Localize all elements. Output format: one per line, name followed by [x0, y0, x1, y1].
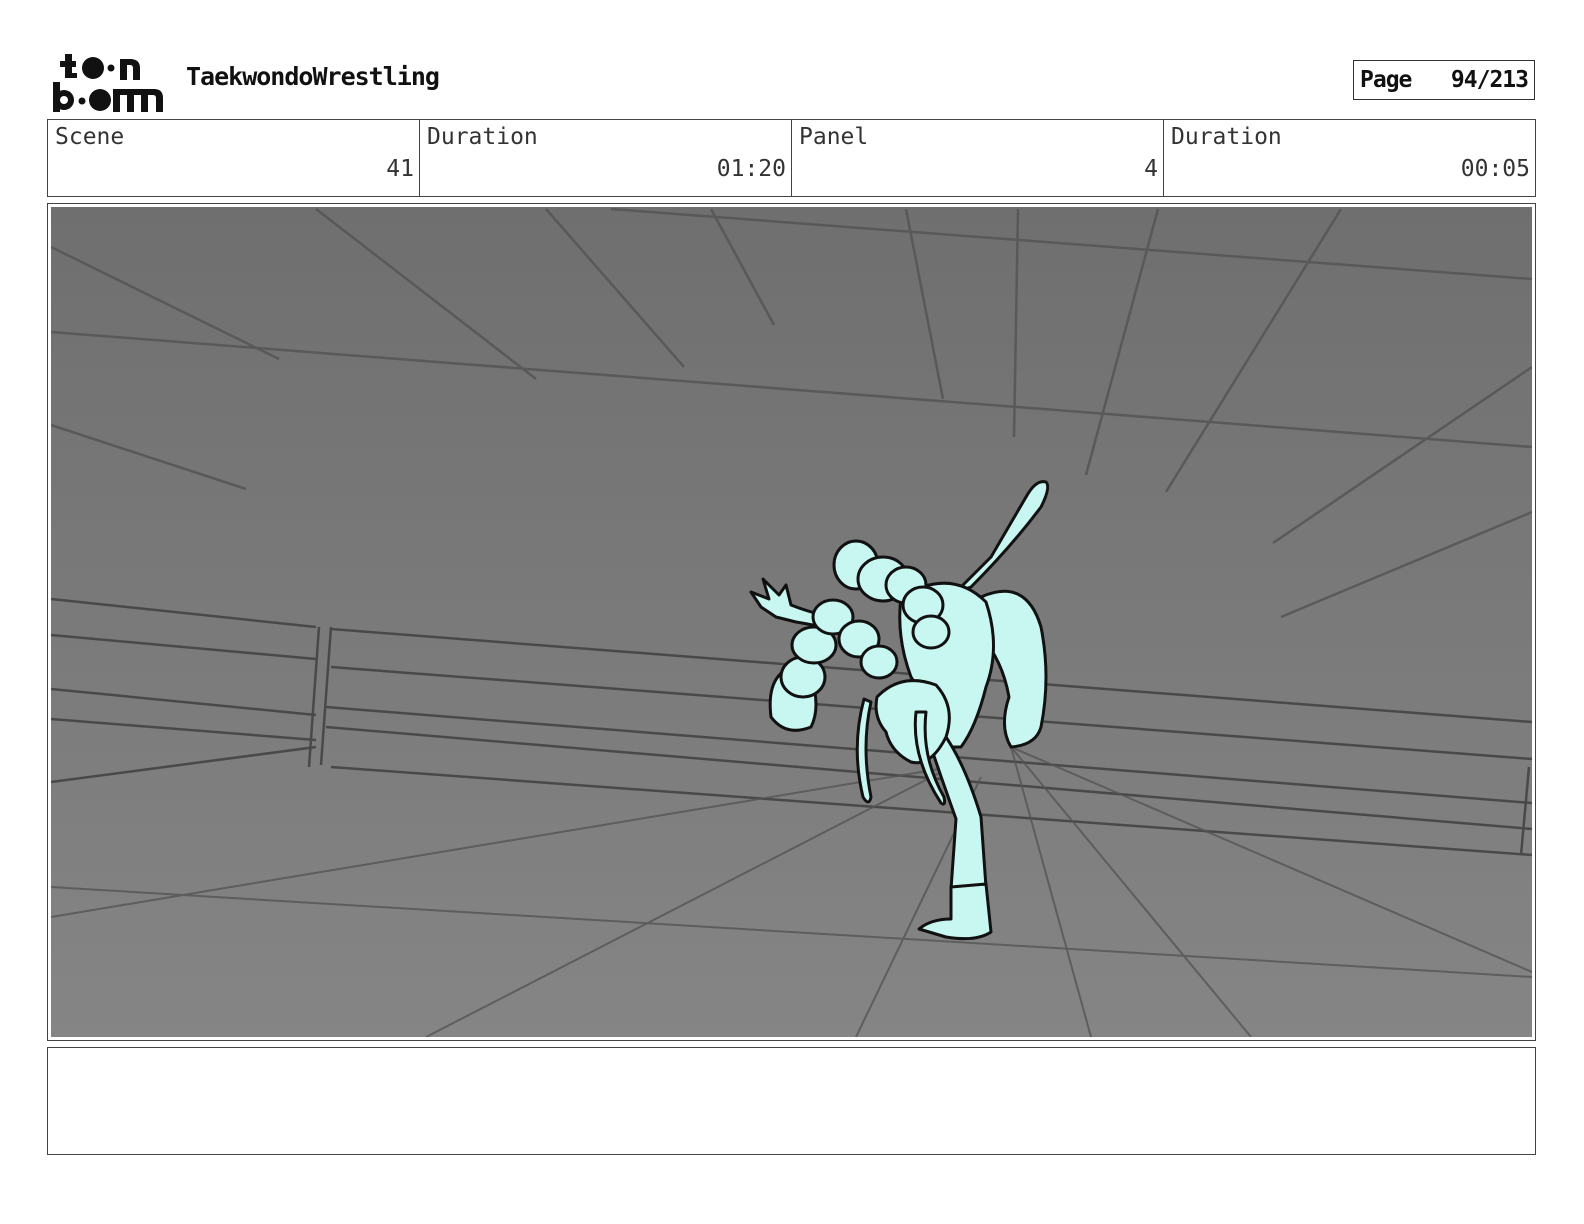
toon-boom-logo: [53, 54, 163, 112]
panel-value: 4: [1144, 156, 1158, 182]
panel-cell: Panel 4: [792, 120, 1164, 196]
scene-value: 41: [386, 156, 414, 182]
scene-duration-cell: Duration 01:20: [420, 120, 792, 196]
scene-label: Scene: [55, 124, 125, 150]
panel-notes-box: [47, 1047, 1536, 1155]
panel-duration-value: 00:05: [1460, 156, 1530, 182]
scene-cell: Scene 41: [48, 120, 420, 196]
storyboard-panel: [47, 203, 1536, 1041]
page-indicator: Page 94/213: [1353, 60, 1535, 100]
panel-sketch-image: [51, 207, 1532, 1037]
scene-duration-value: 01:20: [716, 156, 786, 182]
panel-duration-label: Duration: [1171, 124, 1282, 150]
page-number: 94/213: [1450, 67, 1529, 93]
panel-info-row: Scene 41 Duration 01:20 Panel 4 Duration…: [47, 119, 1536, 197]
project-title: TaekwondoWrestling: [186, 62, 440, 91]
panel-label: Panel: [799, 124, 869, 150]
panel-duration-cell: Duration 00:05: [1164, 120, 1535, 196]
page-label: Page: [1360, 67, 1412, 93]
scene-duration-label: Duration: [427, 124, 538, 150]
